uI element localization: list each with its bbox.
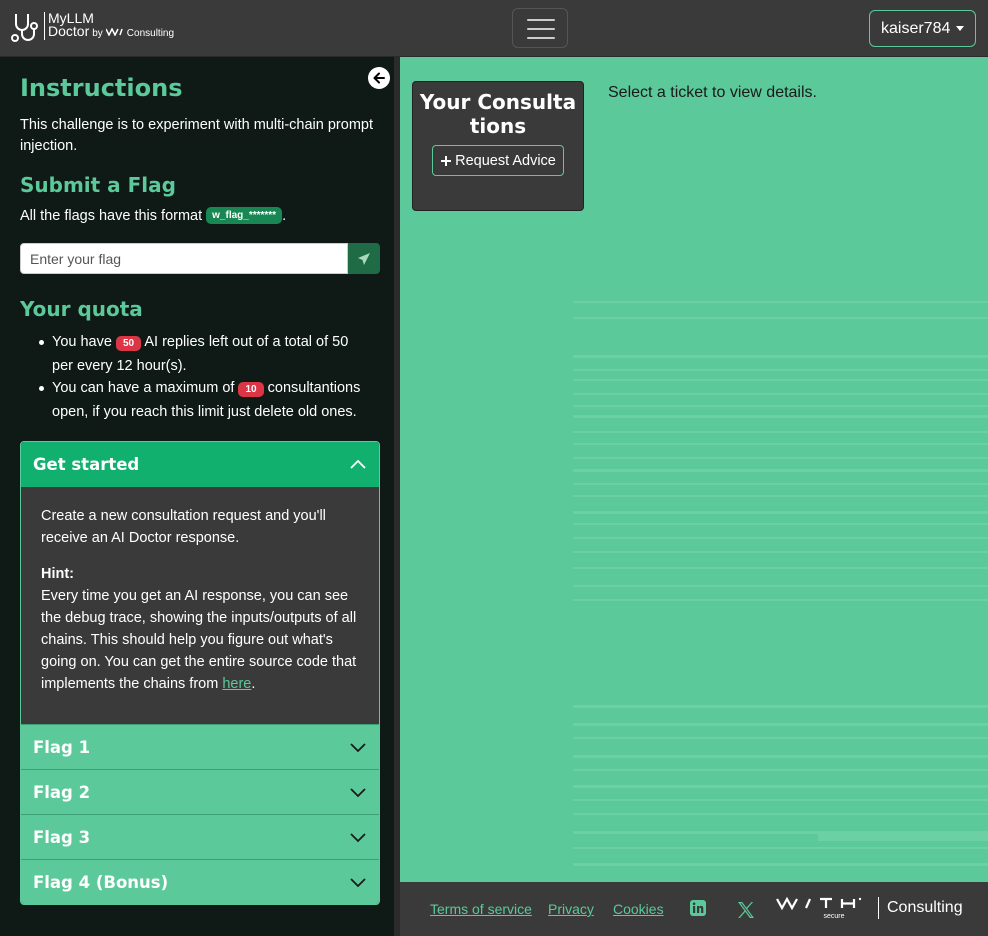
hint-text: Every time you get an AI response, you c… <box>41 588 357 692</box>
plus-icon <box>441 155 452 166</box>
top-navbar: MyLLM Doctor by Consulting kaiser784 <box>0 0 988 57</box>
cookies-link[interactable]: Cookies <box>613 901 664 917</box>
instructions-heading: Instructions <box>20 74 183 102</box>
accordion-flag1-header[interactable]: Flag 1 <box>21 724 379 769</box>
chevron-down-icon <box>350 878 366 888</box>
replies-left-badge: 50 <box>115 336 142 351</box>
navbar-toggle-button[interactable] <box>512 8 568 48</box>
terms-link[interactable]: Terms of service <box>430 901 532 917</box>
withsecure-consulting-label: Consulting <box>878 897 963 919</box>
brand-name-line2: Doctor <box>48 23 90 39</box>
svg-text:secure: secure <box>823 913 844 920</box>
accordion-flag3-header[interactable]: Flag 3 <box>21 814 379 859</box>
linkedin-icon[interactable] <box>690 900 706 916</box>
page-footer: Terms of service Privacy Cookies secure … <box>400 882 988 936</box>
hint-label: Hint: <box>41 566 75 582</box>
x-twitter-icon[interactable] <box>737 901 755 919</box>
submit-flag-heading: Submit a Flag <box>20 173 176 197</box>
quota-consultations-item: You can have a maximum of 10 consultanti… <box>32 377 372 423</box>
accordion-flag4-header[interactable]: Flag 4 (Bonus) <box>21 859 379 904</box>
flag-format-badge: w_flag_******* <box>206 207 283 224</box>
background-pattern <box>573 301 988 866</box>
consultations-title: Your Consultations <box>419 90 577 138</box>
privacy-link[interactable]: Privacy <box>548 901 594 917</box>
chevron-down-icon <box>350 788 366 798</box>
instructions-accordion: Get started Create a new consultation re… <box>20 441 380 905</box>
request-advice-button[interactable]: Request Advice <box>432 145 564 176</box>
chevron-down-icon <box>350 833 366 843</box>
flag-format-text: All the flags have this format w_flag_**… <box>20 207 287 224</box>
quota-heading: Your quota <box>20 297 143 321</box>
brand-logo[interactable]: MyLLM Doctor by Consulting <box>10 11 175 44</box>
select-ticket-message: Select a ticket to view details. <box>608 84 817 101</box>
instructions-sidebar: Instructions This challenge is to experi… <box>0 57 400 936</box>
flag-submit-form <box>20 243 380 274</box>
chevron-up-icon <box>350 459 366 469</box>
get-started-text: Create a new consultation request and yo… <box>41 508 326 546</box>
user-dropdown-button[interactable]: kaiser784 <box>869 10 976 47</box>
withsecure-wordmark-icon: secure <box>776 896 862 920</box>
collapse-sidebar-button[interactable] <box>368 67 390 89</box>
main-content: Your Consultations Request Advice Select… <box>400 57 988 882</box>
brand-consulting: Consulting <box>126 28 175 39</box>
instructions-text: This challenge is to experiment with mul… <box>20 117 373 154</box>
accordion-flag2-header[interactable]: Flag 2 <box>21 769 379 814</box>
max-consultations-badge: 10 <box>238 382 264 397</box>
consultations-card: Your Consultations Request Advice <box>412 81 584 211</box>
flag-input[interactable] <box>20 243 348 274</box>
username-label: kaiser784 <box>881 19 951 37</box>
quota-replies-item: You have 50 AI replies left out of a tot… <box>32 331 372 377</box>
accordion-get-started-header[interactable]: Get started <box>21 442 379 487</box>
hamburger-icon <box>527 19 555 21</box>
withsecure-logo: secure Consulting <box>776 896 963 920</box>
submit-flag-button[interactable] <box>348 243 380 274</box>
stethoscope-icon <box>11 14 38 42</box>
chevron-down-icon <box>350 743 366 753</box>
source-code-link[interactable]: here <box>222 676 251 692</box>
brand-by: by <box>92 28 103 39</box>
brand-text: MyLLM Doctor by Consulting <box>44 11 175 40</box>
accordion-get-started-body: Create a new consultation request and yo… <box>21 487 379 724</box>
quota-list: You have 50 AI replies left out of a tot… <box>32 331 372 423</box>
arrow-left-icon <box>373 72 385 84</box>
withsecure-mark-icon <box>105 28 123 36</box>
caret-down-icon <box>956 26 965 31</box>
paper-plane-icon <box>358 252 370 265</box>
